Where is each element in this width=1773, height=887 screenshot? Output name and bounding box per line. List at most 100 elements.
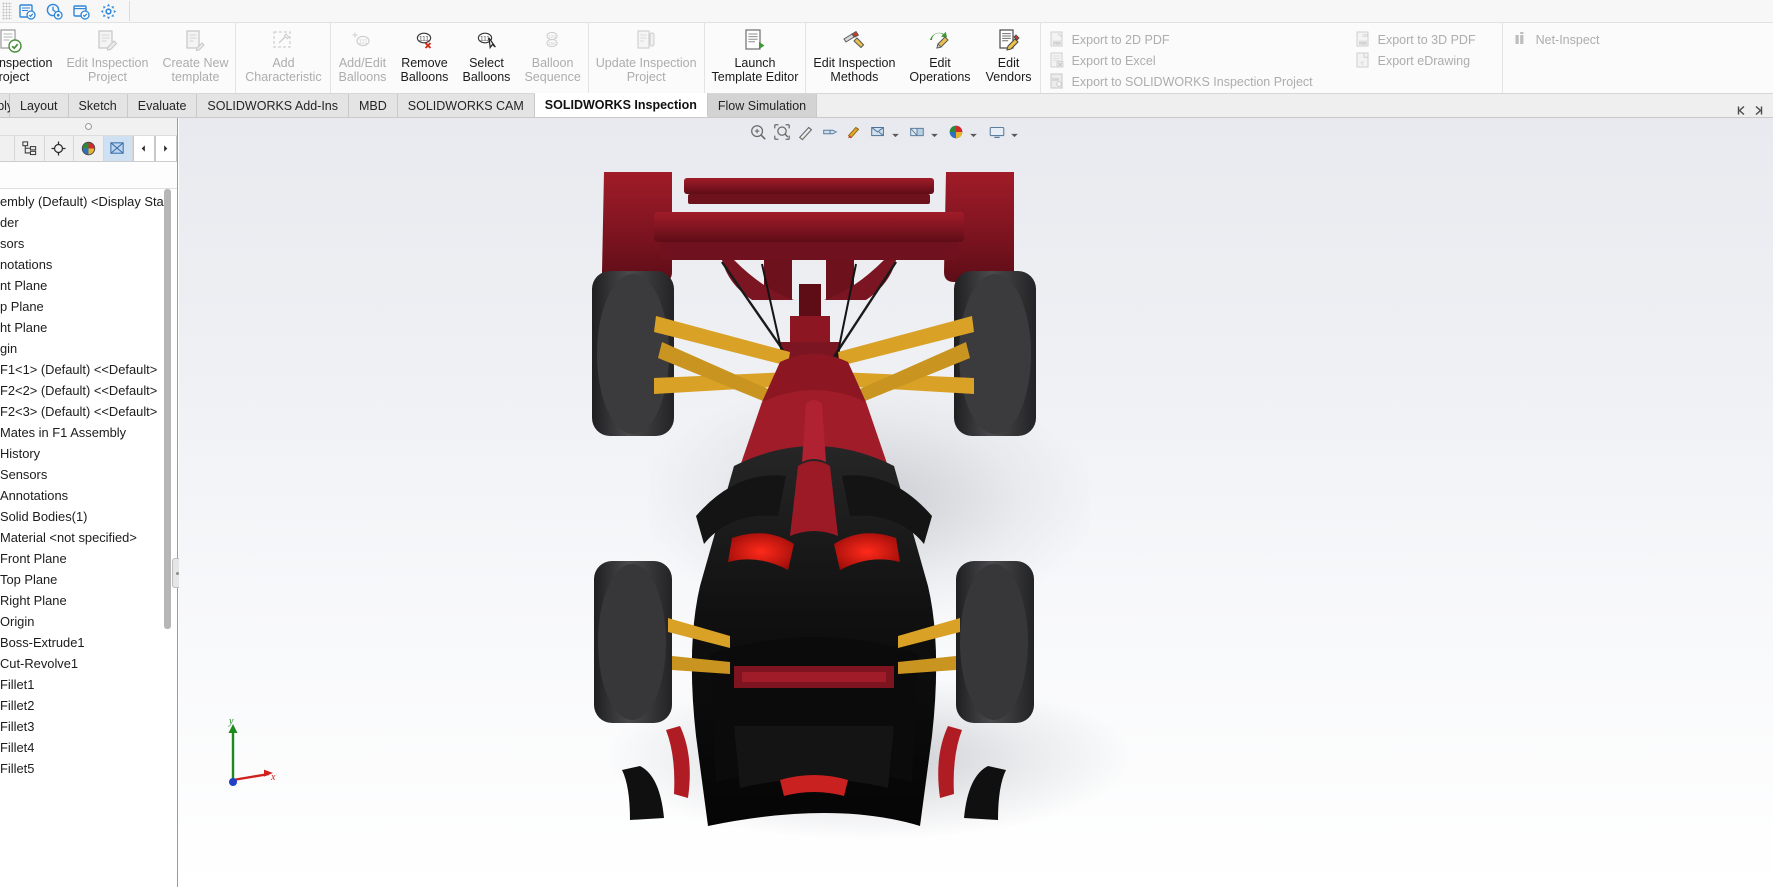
net-inspect-item[interactable]: Net-Inspect bbox=[1513, 31, 1600, 48]
select-balloons-button[interactable]: 111 Select Balloons bbox=[455, 25, 517, 84]
view-settings-icon[interactable] bbox=[986, 122, 1008, 142]
launch-template-editor-button[interactable]: Launch Template Editor bbox=[705, 25, 806, 84]
svg-text:456: 456 bbox=[548, 41, 556, 46]
tab-evaluate-label: Evaluate bbox=[138, 99, 187, 113]
feature-tree-item[interactable]: Front Plane bbox=[0, 548, 177, 569]
export-to-3d-pdf-item[interactable]: PDF 3D Export to 3D PDF bbox=[1355, 31, 1476, 48]
view-orientation-icon[interactable] bbox=[819, 122, 841, 142]
hide-show-items-icon[interactable] bbox=[867, 122, 889, 142]
export-to-excel-item[interactable]: Export to Excel bbox=[1049, 52, 1313, 69]
add-characteristic-button[interactable]: Add Characteristic bbox=[236, 25, 330, 84]
feature-tree-item[interactable]: gin bbox=[0, 338, 177, 359]
view-settings-caret-icon[interactable] bbox=[1010, 122, 1019, 142]
configuration-manager-tab[interactable] bbox=[45, 136, 74, 161]
panel-prev-icon[interactable] bbox=[133, 136, 155, 161]
remove-balloons-button[interactable]: 111 Remove Balloons bbox=[393, 25, 455, 84]
feature-tree-item[interactable]: Annotations bbox=[0, 485, 177, 506]
edit-inspection-methods-button[interactable]: Edit Inspection Methods bbox=[806, 25, 902, 84]
zoom-to-fit-icon[interactable] bbox=[747, 122, 769, 142]
feature-tree-item[interactable]: Right Plane bbox=[0, 590, 177, 611]
feature-tree-item[interactable]: Fillet5 bbox=[0, 758, 177, 779]
inspection-history-icon[interactable] bbox=[46, 3, 63, 20]
export-edrawing-item[interactable]: e Export eDrawing bbox=[1355, 52, 1476, 69]
property-manager-tab[interactable] bbox=[15, 136, 44, 161]
export-to-2d-pdf-item[interactable]: PDF Export to 2D PDF bbox=[1049, 31, 1313, 48]
graphics-viewport[interactable]: y x bbox=[179, 118, 1773, 887]
display-manager-tab[interactable] bbox=[74, 136, 103, 161]
feature-tree-item[interactable]: Solid Bodies(1) bbox=[0, 506, 177, 527]
feature-tree-item[interactable]: Fillet1 bbox=[0, 674, 177, 695]
scroll-tabs-left-icon[interactable] bbox=[1735, 104, 1748, 117]
scroll-tabs-right-icon[interactable] bbox=[1752, 104, 1765, 117]
scene-caret-icon[interactable] bbox=[969, 122, 978, 142]
balloon-sequence-button[interactable]: 123 456 Balloon Sequence bbox=[517, 25, 587, 84]
tab-layout[interactable]: Layout bbox=[10, 94, 69, 117]
tab-mbd[interactable]: MBD bbox=[349, 94, 398, 117]
feature-tree-item[interactable]: p Plane bbox=[0, 296, 177, 317]
tab-flow-simulation[interactable]: Flow Simulation bbox=[708, 94, 817, 117]
zoom-to-area-icon[interactable] bbox=[771, 122, 793, 142]
tab-solidworks-add-ins-label: SOLIDWORKS Add-Ins bbox=[207, 99, 338, 113]
feature-tree-item[interactable]: F2<3> (Default) <<Default> bbox=[0, 401, 177, 422]
feature-tree-item[interactable]: Cut-Revolve1 bbox=[0, 653, 177, 674]
panel-pin-bar[interactable] bbox=[0, 118, 177, 136]
export-2d-pdf-icon: PDF bbox=[1049, 31, 1065, 48]
apply-scene-icon[interactable] bbox=[945, 122, 967, 142]
feature-tree-item[interactable]: nt Plane bbox=[0, 275, 177, 296]
feature-tree-item[interactable]: Origin bbox=[0, 611, 177, 632]
export-edrawing-icon: e bbox=[1355, 52, 1371, 69]
tab-mbd-label: MBD bbox=[359, 99, 387, 113]
feature-tree-item[interactable]: Fillet4 bbox=[0, 737, 177, 758]
feature-tree-item[interactable]: Fillet2 bbox=[0, 695, 177, 716]
feature-tree-item[interactable]: notations bbox=[0, 254, 177, 275]
feature-tree-item[interactable]: Material <not specified> bbox=[0, 527, 177, 548]
edit-operations-button[interactable]: Edit Operations bbox=[902, 25, 977, 84]
ribbon-group-balloons: 111 Add/Edit Balloons 111 Remove Balloon… bbox=[331, 23, 588, 93]
export-to-swi-project-item[interactable]: SW Export to SOLIDWORKS Inspection Proje… bbox=[1049, 73, 1313, 90]
feature-tree-item[interactable]: ht Plane bbox=[0, 317, 177, 338]
ribbon-group-edit: Edit Inspection Methods Edit Operations bbox=[806, 23, 1040, 93]
feature-tree-item[interactable]: der bbox=[0, 212, 177, 233]
feature-tree-item[interactable]: sors bbox=[0, 233, 177, 254]
display-states-tab[interactable] bbox=[104, 136, 133, 161]
panel-pin-icon[interactable] bbox=[85, 123, 92, 130]
tab-sketch[interactable]: Sketch bbox=[69, 94, 128, 117]
select-balloons-icon: 111 bbox=[473, 28, 499, 54]
feature-tree-item[interactable]: F2<2> (Default) <<Default> bbox=[0, 380, 177, 401]
feature-tree-item[interactable]: Fillet3 bbox=[0, 716, 177, 737]
tab-solidworks-inspection[interactable]: SOLIDWORKS Inspection bbox=[535, 93, 708, 117]
panel-next-icon[interactable] bbox=[155, 136, 177, 161]
toolbar-drag-handle[interactable] bbox=[2, 2, 12, 20]
edit-appearance-icon[interactable] bbox=[906, 122, 928, 142]
f1-race-car-model[interactable] bbox=[584, 166, 1144, 826]
tab-solidworks-cam[interactable]: SOLIDWORKS CAM bbox=[398, 94, 535, 117]
add-edit-balloons-button[interactable]: 111 Add/Edit Balloons bbox=[331, 25, 393, 84]
update-inspection-project-button[interactable]: Update Inspection Project bbox=[589, 25, 704, 84]
ribbon-group-characteristic: Add Characteristic bbox=[236, 23, 331, 93]
tab-solidworks-add-ins[interactable]: SOLIDWORKS Add-Ins bbox=[197, 94, 349, 117]
open-inspection-project-icon[interactable] bbox=[73, 3, 90, 20]
feature-tree-item[interactable]: F1<1> (Default) <<Default> bbox=[0, 359, 177, 380]
feature-tree-item[interactable]: Boss-Extrude1 bbox=[0, 632, 177, 653]
inspection-options-icon[interactable] bbox=[100, 3, 117, 20]
new-inspection-project-icon[interactable] bbox=[19, 3, 36, 20]
display-style-icon[interactable] bbox=[843, 122, 865, 142]
feature-tree-item[interactable]: Sensors bbox=[0, 464, 177, 485]
feature-tree[interactable]: embly (Default) <Display Stadersorsnotat… bbox=[0, 189, 177, 887]
ribbon-group-project: New Inspection Project Edit Inspection P… bbox=[0, 23, 236, 93]
create-new-template-button[interactable]: Create New template bbox=[155, 25, 235, 84]
edit-inspection-project-button[interactable]: Edit Inspection Project bbox=[59, 25, 155, 84]
feature-manager-tab[interactable] bbox=[0, 136, 15, 161]
hide-show-caret-icon[interactable] bbox=[891, 122, 900, 142]
appearance-caret-icon[interactable] bbox=[930, 122, 939, 142]
feature-tree-item[interactable]: Mates in F1 Assembly bbox=[0, 422, 177, 443]
feature-tree-item[interactable]: Top Plane bbox=[0, 569, 177, 590]
tab-assembly[interactable]: Assembly bbox=[0, 94, 10, 117]
edit-vendors-button[interactable]: Edit Vendors bbox=[978, 25, 1040, 84]
feature-tree-scrollbar[interactable] bbox=[164, 189, 171, 629]
feature-tree-item[interactable]: History bbox=[0, 443, 177, 464]
section-view-icon[interactable] bbox=[795, 122, 817, 142]
feature-tree-item[interactable]: embly (Default) <Display Sta bbox=[0, 191, 177, 212]
tab-evaluate[interactable]: Evaluate bbox=[128, 94, 198, 117]
new-inspection-project-button[interactable]: New Inspection Project bbox=[0, 25, 59, 84]
